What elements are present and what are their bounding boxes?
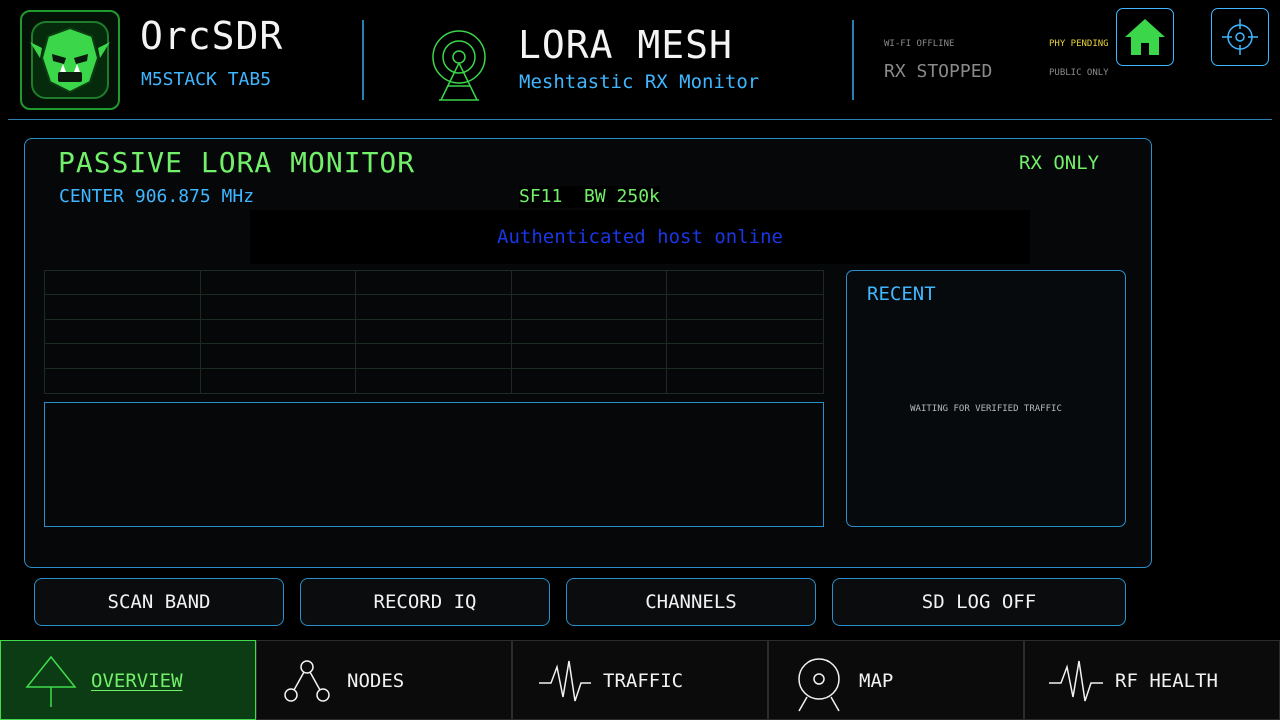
target-button[interactable] — [1211, 8, 1269, 66]
channels-button[interactable]: CHANNELS — [566, 578, 816, 626]
tab-label: TRAFFIC — [603, 670, 684, 692]
tab-traffic[interactable]: TRAFFIC — [512, 640, 768, 720]
sf-bw-readout: SF11 BW 250k — [519, 186, 660, 208]
antenna-tower-icon — [430, 28, 488, 106]
tab-label: RF HEALTH — [1115, 670, 1218, 692]
auth-message: Authenticated host online — [497, 226, 783, 248]
tab-label: MAP — [859, 670, 894, 692]
home-icon — [1125, 19, 1165, 55]
app-title: OrcSDR — [140, 14, 284, 58]
home-button[interactable] — [1116, 8, 1174, 66]
nodes-icon — [284, 660, 330, 702]
overview-tree-icon — [25, 655, 77, 707]
orc-logo — [20, 10, 120, 110]
recent-empty-message: WAITING FOR VERIFIED TRAFFIC — [910, 404, 1062, 414]
scan-band-button[interactable]: SCAN BAND — [34, 578, 284, 626]
panel-title: PASSIVE LORA MONITOR — [58, 146, 416, 179]
tab-map[interactable]: MAP — [768, 640, 1024, 720]
tab-label: NODES — [347, 670, 405, 692]
bottom-nav: OVERVIEW NODES TRAFFIC MAP RF HEALTH — [0, 640, 1280, 720]
tab-nodes[interactable]: NODES — [256, 640, 512, 720]
orc-face-icon — [30, 21, 110, 99]
tab-overview[interactable]: OVERVIEW — [0, 640, 256, 720]
tab-rf-health[interactable]: RF HEALTH — [1024, 640, 1280, 720]
waveform-icon — [539, 660, 591, 702]
header-divider — [362, 20, 364, 100]
spectrum-grid — [44, 270, 824, 394]
waterfall-area — [44, 402, 824, 527]
crosshair-icon — [1222, 19, 1258, 55]
recent-title: RECENT — [867, 283, 936, 305]
header-rule — [8, 119, 1272, 120]
tab-label: OVERVIEW — [91, 670, 183, 692]
phy-status: PHY PENDING — [1049, 39, 1109, 49]
rx-mode-badge: RX ONLY — [1019, 152, 1100, 174]
header-divider — [852, 20, 854, 100]
mode-subtitle: Meshtastic RX Monitor — [519, 71, 760, 93]
auth-banner: Authenticated host online — [250, 210, 1030, 264]
waveform-icon — [1049, 660, 1103, 702]
rx-status: RX STOPPED — [884, 61, 993, 82]
mode-title: LORA MESH — [518, 23, 733, 67]
wifi-status: WI-FI OFFLINE — [884, 39, 955, 49]
sd-log-button[interactable]: SD LOG OFF — [832, 578, 1126, 626]
map-pin-icon — [798, 658, 840, 712]
center-frequency: CENTER 906.875 MHz — [59, 186, 255, 207]
device-subtitle: M5STACK TAB5 — [141, 69, 272, 90]
recent-panel — [846, 270, 1126, 527]
record-iq-button[interactable]: RECORD IQ — [300, 578, 550, 626]
access-status: PUBLIC ONLY — [1049, 68, 1109, 78]
